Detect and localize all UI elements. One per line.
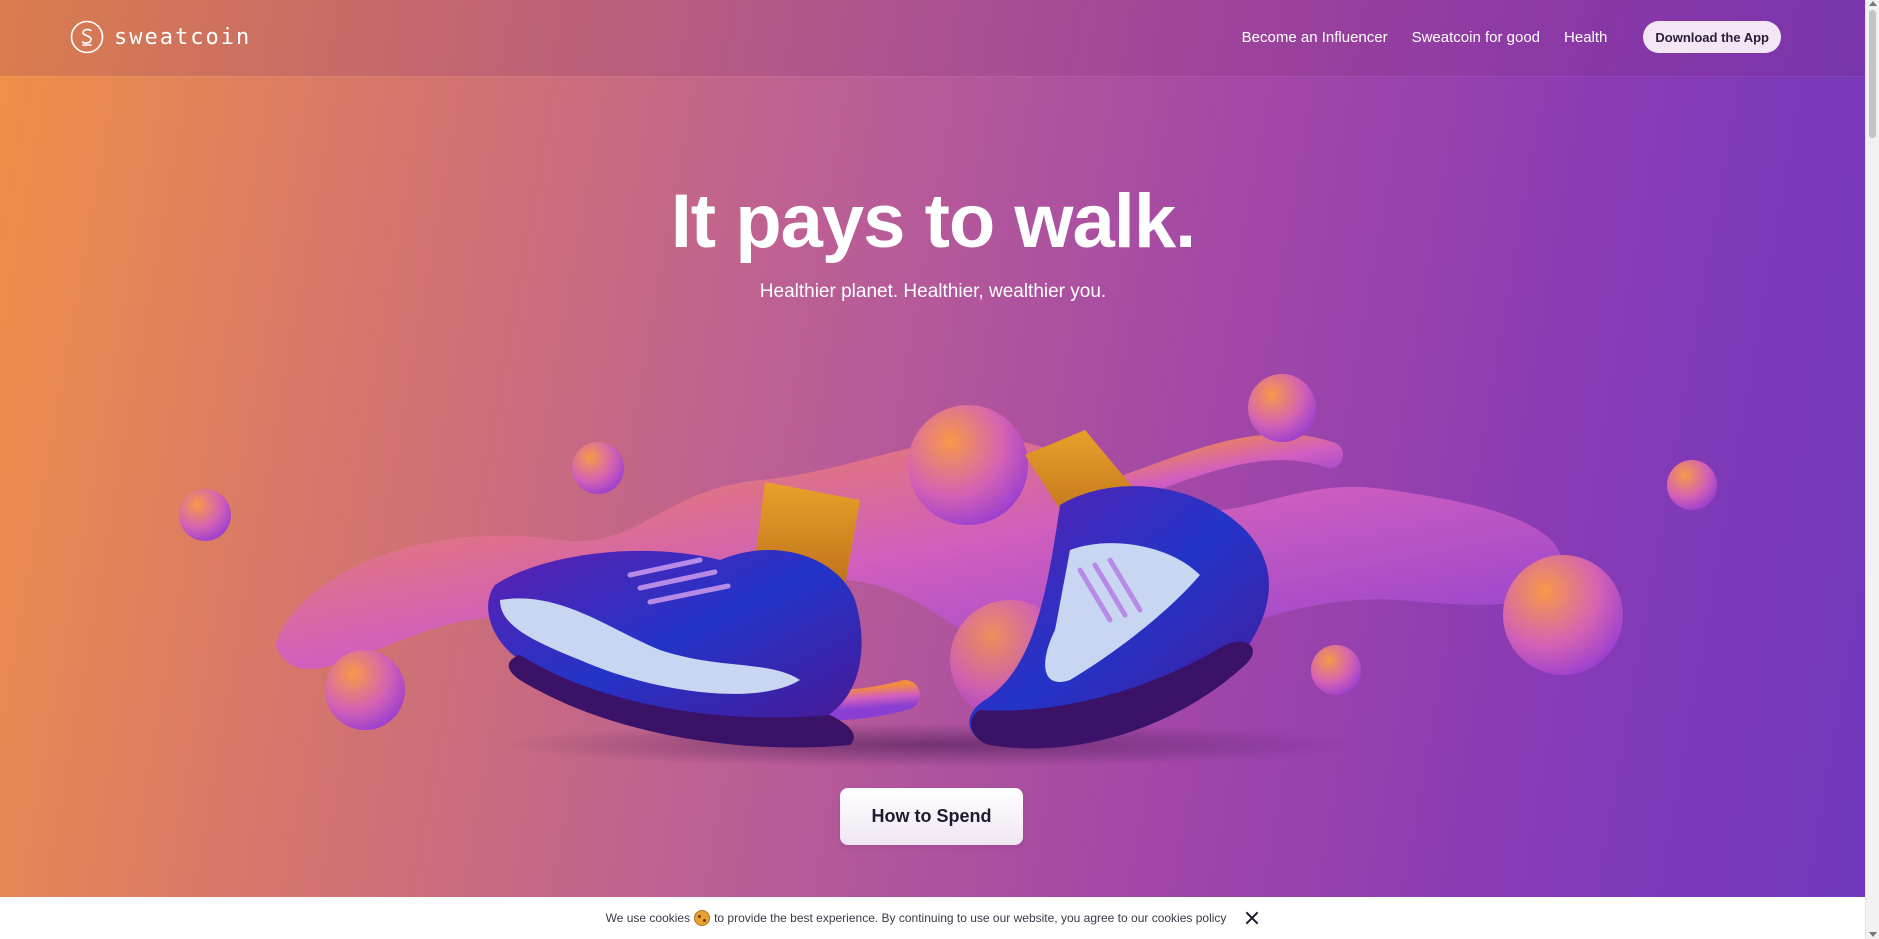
hero-title: It pays to walk. xyxy=(670,179,1197,264)
scroll-down-icon[interactable] xyxy=(1869,932,1877,937)
sphere-8 xyxy=(1503,555,1623,675)
main-nav: Become an Influencer Sweatcoin for good … xyxy=(1218,20,1781,54)
sphere-3 xyxy=(908,405,1028,525)
cookie-text-before: We use cookies xyxy=(605,911,691,925)
page: sweatcoin Become an Influencer Sweatcoin… xyxy=(0,0,1879,939)
how-to-spend-button[interactable]: How to Spend xyxy=(840,788,1023,845)
sweatcoin-logo-icon xyxy=(70,20,104,54)
hero-subtitle: Healthier planet. Healthier, wealthier y… xyxy=(759,281,1107,302)
sphere-1 xyxy=(179,489,231,541)
sphere-2 xyxy=(572,442,624,494)
nav-sweatcoin-for-good[interactable]: Sweatcoin for good xyxy=(1412,29,1540,46)
sphere-7 xyxy=(1311,645,1361,695)
sphere-6 xyxy=(325,650,405,730)
brand-logo-link[interactable]: sweatcoin xyxy=(70,19,251,55)
scrollbar-thumb[interactable] xyxy=(1869,10,1876,138)
cookie-banner: We use cookies to provide the best exper… xyxy=(0,897,1866,939)
sneakers-illustration xyxy=(179,374,1717,767)
nav-become-influencer[interactable]: Become an Influencer xyxy=(1242,29,1388,46)
cookie-icon xyxy=(694,910,711,926)
ground-shadow xyxy=(500,723,1360,767)
sphere-5 xyxy=(1667,460,1717,510)
close-icon[interactable] xyxy=(1244,910,1260,926)
nav-health[interactable]: Health xyxy=(1564,29,1607,46)
site-header: sweatcoin Become an Influencer Sweatcoin… xyxy=(0,0,1866,76)
scroll-up-icon[interactable] xyxy=(1869,1,1877,6)
page-scrollbar[interactable] xyxy=(1865,0,1879,939)
cookie-text-after: to provide the best experience. By conti… xyxy=(714,911,1227,925)
download-app-button[interactable]: Download the App xyxy=(1643,21,1781,53)
sphere-4 xyxy=(1248,374,1316,442)
brand-name: sweatcoin xyxy=(114,24,252,50)
ribbon-right xyxy=(1107,434,1343,503)
